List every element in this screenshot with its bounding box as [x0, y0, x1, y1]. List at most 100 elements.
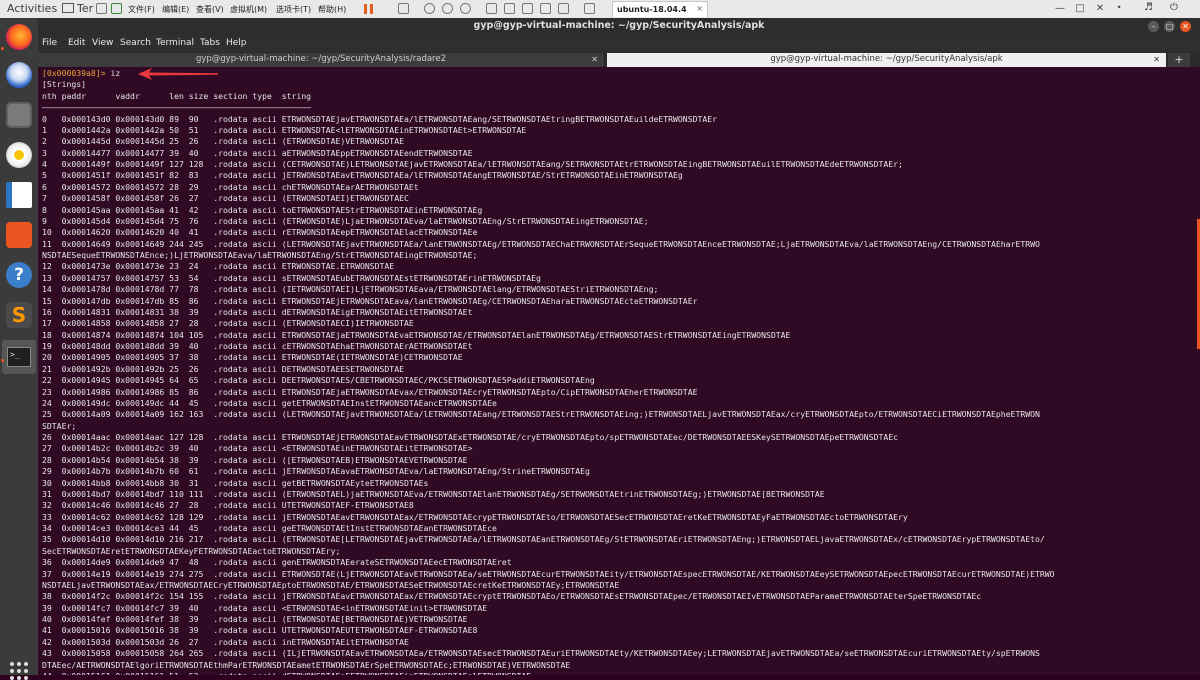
pause-icon[interactable] [364, 4, 373, 14]
vm-tab-label: ubuntu-18.04.4 [617, 5, 687, 14]
tab-close-icon[interactable]: ✕ [1153, 53, 1160, 66]
terminal-tabs: gyp@gyp-virtual-machine: ~/gyp/SecurityA… [38, 52, 1200, 67]
snapshot-icon[interactable] [424, 3, 435, 14]
terminal-line: 42 0x0001503d 0x0001503d 26 27 .rodata a… [42, 636, 409, 647]
menu-file[interactable]: File [42, 38, 57, 48]
help-icon[interactable]: ? [6, 262, 32, 288]
terminal-line: 32 0x00014c46 0x00014c46 27 28 .rodata a… [42, 500, 414, 511]
terminal-line: 19 0x000148dd 0x000148dd 39 40 .rodata a… [42, 341, 473, 351]
rhythmbox-icon[interactable] [6, 142, 32, 168]
unity-icon[interactable] [504, 3, 515, 14]
terminal-line: NSDTAELjavETRWONSDTAEax/ETRWONSDTAECryET… [42, 579, 620, 590]
terminal-line: ――――――――――――――――――――――――――――――――――――――――… [42, 102, 312, 113]
terminal-line: 35 0x00014d10 0x00014d10 216 217 .rodata… [42, 534, 1045, 545]
menu-edit[interactable]: Edit [68, 38, 85, 48]
send-ctrl-alt-del-icon[interactable] [398, 3, 409, 14]
vm-menu-file[interactable]: 文件(F) [128, 4, 155, 15]
tab-label: gyp@gyp-virtual-machine: ~/gyp/SecurityA… [770, 54, 1003, 64]
running-indicator [1, 359, 4, 362]
vm-menu-vm[interactable]: 虚拟机(M) [230, 4, 267, 15]
terminal-line: 31 0x00014bd7 0x00014bd7 110 111 .rodata… [42, 488, 825, 499]
menu-help[interactable]: Help [226, 38, 247, 48]
terminal-line: 4 0x0001449f 0x0001449f 127 128 .rodata … [42, 159, 903, 169]
terminal-line: 37 0x00014e19 0x00014e19 274 275 .rodata… [42, 568, 1055, 579]
terminal-line: 27 0x00014b2c 0x00014b2c 39 40 .rodata a… [42, 443, 473, 454]
terminal-output[interactable]: [0x000039a8]> iz [Strings] nth paddr vadd… [38, 67, 1200, 675]
terminal-line: 15 0x000147db 0x000147db 85 86 .rodata a… [42, 295, 698, 306]
new-tab-button[interactable]: + [1168, 53, 1190, 67]
close-icon[interactable]: ✕ [1180, 21, 1191, 32]
window-titlebar[interactable]: gyp@gyp-virtual-machine: ~/gyp/SecurityA… [38, 18, 1200, 35]
vm-menu-help[interactable]: 帮助(H) [318, 4, 346, 15]
terminal-line: 21 0x0001492b 0x0001492b 25 26 .rodata a… [42, 363, 404, 374]
terminal-line: 9 0x000145d4 0x000145d4 75 76 .rodata as… [42, 215, 649, 226]
files-icon[interactable] [6, 102, 32, 128]
terminal-line: 34 0x00014ce3 0x00014ce3 44 45 .rodata a… [42, 523, 497, 533]
terminal-taskbar-item[interactable]: Ter [62, 2, 93, 15]
vm-minimize-icon[interactable]: — [1054, 3, 1066, 15]
tab-close-icon[interactable]: ✕ [591, 53, 598, 66]
vm-tab-close-icon[interactable]: × [696, 4, 703, 13]
terminal-task-label: Ter [77, 2, 94, 15]
vm-close-icon[interactable]: ✕ [1094, 3, 1106, 15]
library-icon[interactable] [111, 3, 122, 14]
home-icon[interactable] [96, 3, 107, 14]
terminal-line: 13 0x00014757 0x00014757 53 54 .rodata a… [42, 272, 541, 283]
console-view-icon[interactable] [522, 3, 533, 14]
revert-snapshot-icon[interactable] [442, 3, 453, 14]
prompt-command: iz [105, 68, 121, 78]
terminal-line: 26 0x00014aac 0x00014aac 127 128 .rodata… [42, 432, 899, 442]
fullscreen-icon[interactable] [486, 3, 497, 14]
terminal-line: 8 0x000145aa 0x000145aa 41 42 .rodata as… [42, 204, 483, 215]
libreoffice-writer-icon[interactable] [6, 182, 32, 208]
terminal-line: 18 0x00014874 0x00014874 104 105 .rodata… [42, 329, 791, 340]
vm-menu-tabs[interactable]: 选项卡(T) [276, 4, 311, 15]
terminal-lines: [0x000039a8]> iz [Strings] nth paddr vadd… [42, 68, 1192, 675]
volume-icon[interactable]: ♬ [1144, 2, 1153, 13]
vm-tab[interactable]: ubuntu-18.04.4 × [612, 1, 708, 17]
terminal-line: 30 0x00014bb8 0x00014bb8 30 31 .rodata a… [42, 477, 429, 488]
power-icon[interactable]: ⏻ [1170, 2, 1178, 13]
tab-label: gyp@gyp-virtual-machine: ~/gyp/SecurityA… [195, 54, 447, 64]
vm-menu-view[interactable]: 查看(V) [196, 4, 224, 15]
fit-guest-icon[interactable] [540, 3, 551, 14]
tab-radare2[interactable]: gyp@gyp-virtual-machine: ~/gyp/SecurityA… [38, 53, 605, 67]
menu-view[interactable]: View [92, 38, 113, 48]
terminal-line: [Strings] [42, 79, 87, 90]
minimize-icon[interactable]: – [1148, 21, 1159, 32]
terminal-line: 25 0x00014a09 0x00014a09 162 163 .rodata… [42, 409, 1040, 420]
terminal-line: SDTAEr; [42, 420, 77, 431]
terminal-line: 22 0x00014945 0x00014945 64 65 .rodata a… [42, 375, 595, 386]
sublime-text-icon[interactable]: S [6, 302, 32, 328]
activities-button[interactable]: Activities [7, 2, 57, 15]
stretch-guest-icon[interactable] [558, 3, 569, 14]
menu-terminal[interactable]: Terminal [156, 38, 194, 48]
annotation-arrow-icon [138, 68, 218, 80]
terminal-small-icon [62, 3, 74, 13]
snapshot-manager-icon[interactable] [460, 3, 471, 14]
tab-apk[interactable]: gyp@gyp-virtual-machine: ~/gyp/SecurityA… [607, 53, 1166, 67]
thunderbird-icon[interactable] [6, 62, 32, 88]
terminal-line: 43 0x00015058 0x00015058 264 265 .rodata… [42, 648, 1040, 659]
software-center-icon[interactable] [6, 222, 32, 248]
show-apps-icon[interactable] [10, 662, 28, 680]
vm-settings-icon[interactable] [584, 3, 595, 14]
maximize-icon[interactable]: □ [1164, 21, 1175, 32]
vm-maximize-icon[interactable]: □ [1074, 3, 1086, 15]
vm-menu-edit[interactable]: 编辑(E) [162, 4, 189, 15]
firefox-icon[interactable] [6, 24, 32, 50]
terminal-line: 12 0x0001473e 0x0001473e 23 24 .rodata a… [42, 261, 395, 272]
terminal-line: 16 0x00014831 0x00014831 38 39 .rodata a… [42, 306, 473, 317]
terminal-line: 23 0x00014986 0x00014986 85 86 .rodata a… [42, 386, 698, 397]
terminal-line: 10 0x00014620 0x00014620 40 41 .rodata a… [42, 227, 478, 238]
terminal-dock-item[interactable]: >_ [2, 340, 36, 374]
terminal-line: 11 0x00014649 0x00014649 244 245 .rodata… [42, 238, 1040, 249]
menu-search[interactable]: Search [120, 38, 151, 48]
terminal-line: 6 0x00014572 0x00014572 28 29 .rodata as… [42, 181, 419, 192]
network-icon[interactable]: ⋆ [1116, 2, 1122, 13]
terminal-line: 40 0x00014fef 0x00014fef 38 39 .rodata a… [42, 614, 468, 624]
terminal-line: 17 0x00014858 0x00014858 27 28 .rodata a… [42, 318, 414, 329]
menu-tabs[interactable]: Tabs [200, 38, 220, 48]
terminal-line: SecETRWONSDTAEretETRWONSDTAEKeyFETRWONSD… [42, 545, 341, 556]
terminal-line: 29 0x00014b7b 0x00014b7b 60 61 .rodata a… [42, 466, 590, 477]
